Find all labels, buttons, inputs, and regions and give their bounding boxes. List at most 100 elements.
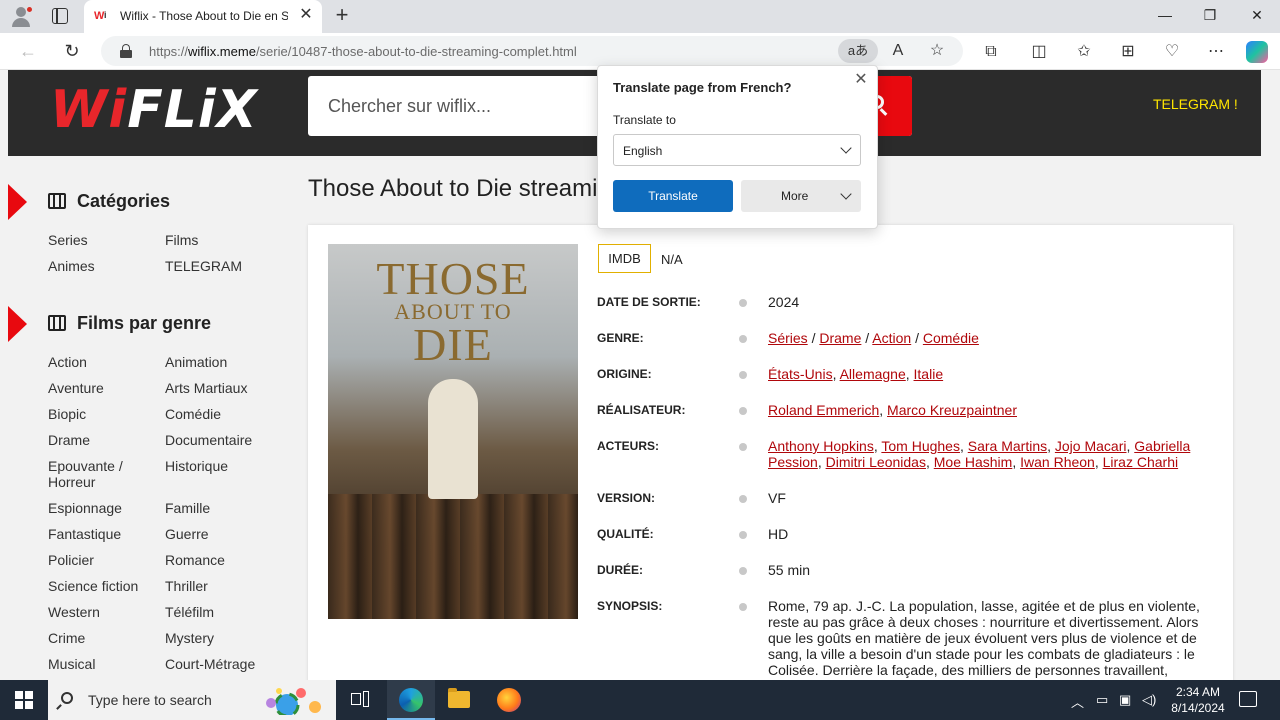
network-icon[interactable]: ▣ — [1119, 692, 1131, 708]
more-button[interactable]: More — [741, 180, 861, 212]
actor-link[interactable]: Tom Hughes — [881, 438, 960, 454]
genre-link[interactable]: Fantastique — [48, 526, 158, 542]
chevron-down-icon — [840, 188, 852, 200]
genre-link[interactable]: Western — [48, 604, 158, 620]
genre-link[interactable]: Epouvante / Horreur — [48, 458, 158, 490]
genre-tag-link[interactable]: Drame — [819, 330, 861, 346]
read-aloud-icon[interactable]: A — [889, 42, 907, 60]
extensions-icon[interactable]: ⧉ — [981, 42, 1001, 62]
genre-link[interactable]: Musical — [48, 656, 158, 672]
actors-value: Anthony Hopkins, Tom Hughes, Sara Martin… — [768, 438, 1191, 470]
taskbar-search[interactable]: Type here to search — [48, 680, 336, 720]
taskbar-file-explorer[interactable] — [435, 680, 483, 720]
genre-tag-link[interactable]: Comédie — [923, 330, 979, 346]
actor-link[interactable]: Anthony Hopkins — [768, 438, 874, 454]
translate-page-icon[interactable]: aあ — [838, 39, 878, 63]
translate-button[interactable]: Translate — [613, 180, 733, 212]
new-tab-icon[interactable]: + — [332, 4, 352, 26]
browser-tab-active[interactable]: Wi Wiflix - Those About to Die en Stream… — [84, 0, 322, 33]
genre-link[interactable]: Espionnage — [48, 500, 158, 516]
genre-link[interactable]: Guerre — [165, 526, 275, 542]
window-close-icon[interactable]: ✕ — [1247, 7, 1267, 25]
genre-link[interactable]: Mystery — [165, 630, 275, 646]
favorites-icon[interactable]: ✩ — [1074, 42, 1094, 62]
origin-link[interactable]: États-Unis — [768, 366, 833, 382]
wiflix-favicon-icon: Wi — [94, 10, 107, 22]
chevron-up-icon[interactable]: ︿ — [1071, 692, 1084, 711]
genre-tag-link[interactable]: Séries — [768, 330, 808, 346]
category-link[interactable]: Films — [165, 232, 275, 248]
actor-link[interactable]: Dimitri Leonidas — [826, 454, 926, 470]
actors-label: ACTEURS: — [597, 439, 659, 453]
origin-value: États-Unis, Allemagne, Italie — [768, 366, 944, 382]
settings-more-icon[interactable]: ⋯ — [1206, 42, 1226, 62]
bullet-dot — [739, 335, 747, 343]
movie-poster[interactable]: THOSE ABOUT TO DIE — [328, 244, 578, 619]
genre-link[interactable]: Thriller — [165, 578, 275, 594]
split-screen-icon[interactable]: ◫ — [1029, 42, 1049, 62]
genre-link[interactable]: Famille — [165, 500, 275, 516]
collections-icon[interactable]: ⊞ — [1118, 42, 1138, 62]
genre-link[interactable]: Action — [48, 354, 158, 370]
minimize-icon[interactable]: — — [1155, 7, 1175, 25]
copilot-icon[interactable] — [1246, 41, 1268, 63]
taskbar-firefox[interactable] — [485, 680, 533, 720]
taskbar-clock[interactable]: 2:34 AM 8/14/2024 — [1160, 684, 1236, 716]
genre-link[interactable]: Biopic — [48, 406, 158, 422]
tab-actions-icon[interactable] — [52, 8, 68, 24]
actor-link[interactable]: Sara Martins — [968, 438, 1047, 454]
bullet-dot — [739, 603, 747, 611]
close-icon[interactable]: ✕ — [853, 72, 869, 88]
section-marker — [8, 184, 27, 220]
category-link[interactable]: Series — [48, 232, 158, 248]
lock-icon[interactable] — [120, 44, 132, 58]
genre-tag-link[interactable]: Action — [872, 330, 911, 346]
address-bar[interactable]: https://wiflix.meme/serie/10487-those-ab… — [101, 36, 963, 66]
genre-link[interactable]: Animation — [165, 354, 275, 370]
origin-link[interactable]: Allemagne — [840, 366, 906, 382]
back-icon[interactable]: ← — [17, 41, 39, 61]
bullet-dot — [739, 371, 747, 379]
genre-link[interactable]: Arts Martiaux — [165, 380, 275, 396]
genre-link[interactable]: Aventure — [48, 380, 158, 396]
notification-icon[interactable] — [1239, 691, 1257, 707]
origin-link[interactable]: Italie — [914, 366, 944, 382]
genre-link[interactable]: Crime — [48, 630, 158, 646]
volume-icon[interactable]: ◁) — [1142, 692, 1156, 708]
actor-link[interactable]: Moe Hashim — [934, 454, 1013, 470]
task-view-icon[interactable] — [351, 691, 369, 709]
windows-start-icon[interactable] — [15, 691, 33, 709]
language-select[interactable]: English — [613, 134, 861, 166]
genre-link[interactable]: Romance — [165, 552, 275, 568]
genre-link[interactable]: Drame — [48, 432, 158, 448]
telegram-link[interactable]: TELEGRAM ! — [1153, 96, 1238, 112]
tab-close-icon[interactable]: ✕ — [298, 7, 314, 23]
category-link[interactable]: TELEGRAM — [165, 258, 275, 274]
genre-link[interactable]: Téléfilm — [165, 604, 275, 620]
genre-link[interactable]: Science fiction — [48, 578, 158, 594]
genre-link[interactable]: Comédie — [165, 406, 275, 422]
director-label: RÉALISATEUR: — [597, 403, 686, 417]
wiflix-logo[interactable]: WiFLiX — [50, 80, 258, 140]
director-link[interactable]: Roland Emmerich — [768, 402, 879, 418]
profile-avatar-icon[interactable] — [8, 4, 34, 28]
url-text[interactable]: https://wiflix.meme/serie/10487-those-ab… — [149, 44, 577, 59]
movie-card: THOSE ABOUT TO DIE IMDB N/A DATE DE SORT… — [308, 225, 1233, 680]
restore-icon[interactable]: ❐ — [1200, 7, 1220, 25]
genre-link[interactable]: Historique — [165, 458, 275, 474]
favorite-star-icon[interactable]: ☆ — [928, 42, 946, 60]
genre-link[interactable]: Documentaire — [165, 432, 275, 448]
actor-link[interactable]: Iwan Rheon — [1020, 454, 1095, 470]
category-link[interactable]: Animes — [48, 258, 158, 274]
version-label: VERSION: — [597, 491, 656, 505]
taskbar-edge[interactable] — [387, 680, 435, 720]
browser-essentials-icon[interactable]: ♡ — [1162, 42, 1182, 62]
genre-link[interactable]: Court-Métrage — [165, 656, 275, 672]
refresh-icon[interactable]: ↻ — [61, 41, 83, 61]
actor-link[interactable]: Jojo Macari — [1055, 438, 1127, 454]
director-link[interactable]: Marco Kreuzpaintner — [887, 402, 1017, 418]
genre-link[interactable]: Policier — [48, 552, 158, 568]
actor-link[interactable]: Liraz Charhi — [1103, 454, 1178, 470]
battery-icon[interactable]: ▭ — [1096, 692, 1108, 708]
genres-title: Films par genre — [77, 313, 212, 333]
